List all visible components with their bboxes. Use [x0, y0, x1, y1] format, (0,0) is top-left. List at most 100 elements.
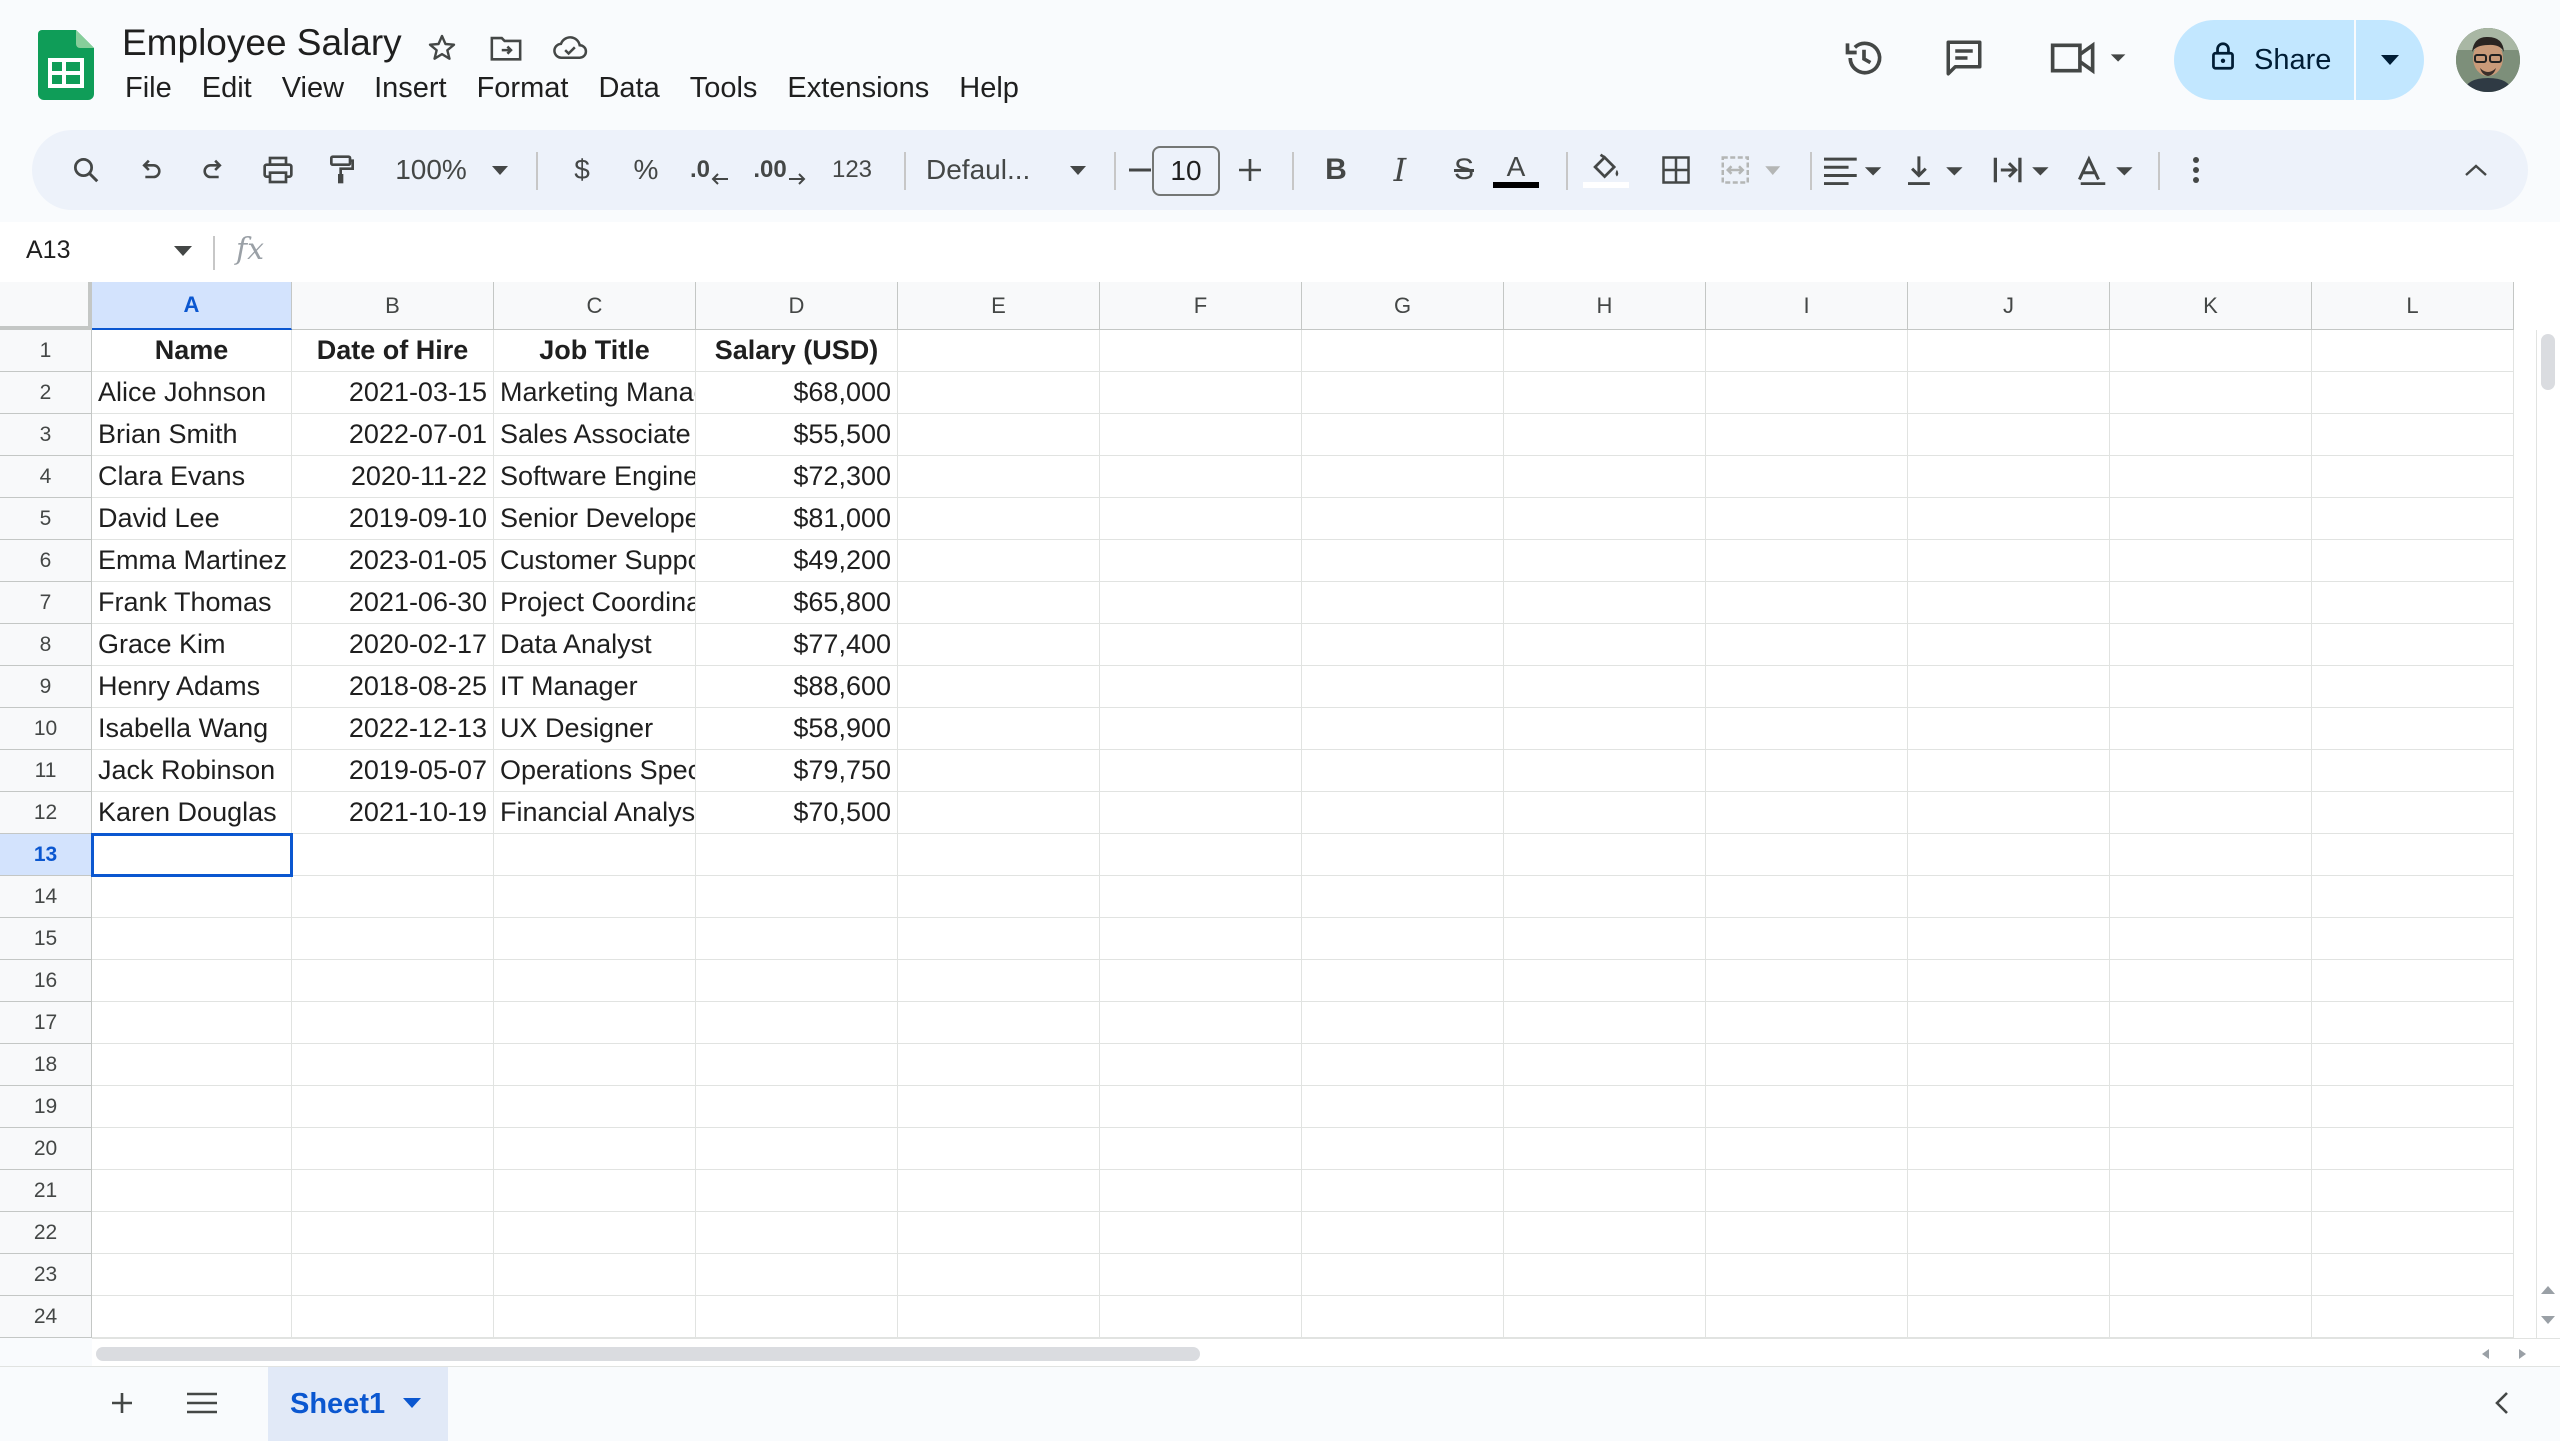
cell-k9[interactable]: [2110, 666, 2312, 708]
cell-j8[interactable]: [1908, 624, 2110, 666]
cell-j2[interactable]: [1908, 372, 2110, 414]
cell-d24[interactable]: [696, 1296, 898, 1338]
cell-d6[interactable]: $49,200: [696, 540, 898, 582]
cell-f24[interactable]: [1100, 1296, 1302, 1338]
cell-k6[interactable]: [2110, 540, 2312, 582]
cell-e11[interactable]: [898, 750, 1100, 792]
cell-f5[interactable]: [1100, 498, 1302, 540]
cell-a20[interactable]: [92, 1128, 292, 1170]
cell-e12[interactable]: [898, 792, 1100, 834]
borders-icon[interactable]: [1648, 146, 1704, 194]
cell-c12[interactable]: Financial Analyst: [494, 792, 696, 834]
cell-a5[interactable]: David Lee: [92, 498, 292, 540]
cell-i16[interactable]: [1706, 960, 1908, 1002]
cell-a14[interactable]: [92, 876, 292, 918]
menu-view[interactable]: View: [267, 70, 359, 107]
row-header-12[interactable]: 12: [0, 792, 92, 834]
cell-d3[interactable]: $55,500: [696, 414, 898, 456]
column-header-f[interactable]: F: [1100, 282, 1302, 330]
cell-i13[interactable]: [1706, 834, 1908, 876]
cell-b10[interactable]: 2022-12-13: [292, 708, 494, 750]
cell-g20[interactable]: [1302, 1128, 1504, 1170]
cell-l16[interactable]: [2312, 960, 2514, 1002]
cell-i22[interactable]: [1706, 1212, 1908, 1254]
cell-d5[interactable]: $81,000: [696, 498, 898, 540]
cell-g22[interactable]: [1302, 1212, 1504, 1254]
explore-collapse-icon[interactable]: [2480, 1381, 2524, 1425]
cell-e22[interactable]: [898, 1212, 1100, 1254]
cell-i8[interactable]: [1706, 624, 1908, 666]
cell-d17[interactable]: [696, 1002, 898, 1044]
cell-l24[interactable]: [2312, 1296, 2514, 1338]
cell-f11[interactable]: [1100, 750, 1302, 792]
cell-h22[interactable]: [1504, 1212, 1706, 1254]
cell-a23[interactable]: [92, 1254, 292, 1296]
cell-e16[interactable]: [898, 960, 1100, 1002]
cell-j11[interactable]: [1908, 750, 2110, 792]
cell-b22[interactable]: [292, 1212, 494, 1254]
cell-j22[interactable]: [1908, 1212, 2110, 1254]
cell-f8[interactable]: [1100, 624, 1302, 666]
more-options-icon[interactable]: [2176, 146, 2216, 194]
cell-h16[interactable]: [1504, 960, 1706, 1002]
cell-l9[interactable]: [2312, 666, 2514, 708]
font-family-select[interactable]: Defaul...: [908, 146, 1068, 194]
cell-c17[interactable]: [494, 1002, 696, 1044]
cell-e3[interactable]: [898, 414, 1100, 456]
cell-g8[interactable]: [1302, 624, 1504, 666]
cell-b6[interactable]: 2023-01-05: [292, 540, 494, 582]
search-menus-icon[interactable]: [62, 146, 110, 194]
cell-h19[interactable]: [1504, 1086, 1706, 1128]
cell-a19[interactable]: [92, 1086, 292, 1128]
cell-j14[interactable]: [1908, 876, 2110, 918]
italic-button[interactable]: I: [1378, 146, 1422, 194]
cell-c1[interactable]: Job Title: [494, 330, 696, 372]
cell-c14[interactable]: [494, 876, 696, 918]
cell-h4[interactable]: [1504, 456, 1706, 498]
cell-a9[interactable]: Henry Adams: [92, 666, 292, 708]
star-icon[interactable]: [422, 28, 462, 68]
sheet-tab-sheet1[interactable]: Sheet1: [268, 1367, 448, 1441]
cell-f22[interactable]: [1100, 1212, 1302, 1254]
cell-l11[interactable]: [2312, 750, 2514, 792]
cell-k20[interactable]: [2110, 1128, 2312, 1170]
cell-k8[interactable]: [2110, 624, 2312, 666]
cell-l2[interactable]: [2312, 372, 2514, 414]
cell-e2[interactable]: [898, 372, 1100, 414]
cell-b3[interactable]: 2022-07-01: [292, 414, 494, 456]
column-header-a[interactable]: A: [92, 282, 292, 330]
cell-b24[interactable]: [292, 1296, 494, 1338]
cell-j10[interactable]: [1908, 708, 2110, 750]
zoom-dropdown-icon[interactable]: [488, 146, 512, 194]
add-sheet-icon[interactable]: [100, 1381, 144, 1425]
cell-a7[interactable]: Frank Thomas: [92, 582, 292, 624]
cell-k14[interactable]: [2110, 876, 2312, 918]
cell-a1[interactable]: Name: [92, 330, 292, 372]
row-header-19[interactable]: 19: [0, 1086, 92, 1128]
cell-l13[interactable]: [2312, 834, 2514, 876]
cell-k1[interactable]: [2110, 330, 2312, 372]
menu-data[interactable]: Data: [583, 70, 674, 107]
cell-e15[interactable]: [898, 918, 1100, 960]
cell-g3[interactable]: [1302, 414, 1504, 456]
cell-c15[interactable]: [494, 918, 696, 960]
cell-j24[interactable]: [1908, 1296, 2110, 1338]
cell-c8[interactable]: Data Analyst: [494, 624, 696, 666]
cell-j17[interactable]: [1908, 1002, 2110, 1044]
cell-i7[interactable]: [1706, 582, 1908, 624]
cell-k22[interactable]: [2110, 1212, 2312, 1254]
column-header-j[interactable]: J: [1908, 282, 2110, 330]
row-header-24[interactable]: 24: [0, 1296, 92, 1338]
cell-k13[interactable]: [2110, 834, 2312, 876]
zoom-select[interactable]: 100%: [386, 146, 476, 194]
cell-a15[interactable]: [92, 918, 292, 960]
cell-c13[interactable]: [494, 834, 696, 876]
cell-l15[interactable]: [2312, 918, 2514, 960]
cell-l3[interactable]: [2312, 414, 2514, 456]
cell-k10[interactable]: [2110, 708, 2312, 750]
vertical-align-icon[interactable]: [1900, 146, 1976, 194]
menu-edit[interactable]: Edit: [187, 70, 267, 107]
cell-a16[interactable]: [92, 960, 292, 1002]
cell-g16[interactable]: [1302, 960, 1504, 1002]
cell-g10[interactable]: [1302, 708, 1504, 750]
